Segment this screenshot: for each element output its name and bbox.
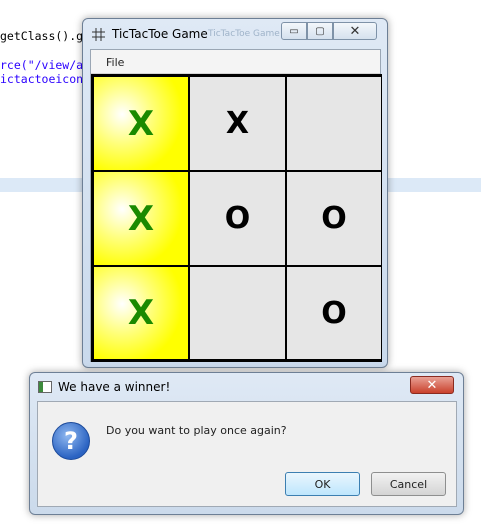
board-cell-0-1[interactable]: X — [189, 76, 286, 171]
tictactoe-app-icon — [92, 28, 105, 41]
dialog-title: We have a winner! — [58, 380, 171, 394]
title-bar[interactable]: TicTacToe Game TicTacToe Game ▭ ▢ ✕ — [83, 19, 387, 49]
game-board: X X X O O X O — [91, 74, 382, 362]
board-cell-1-2[interactable]: O — [286, 171, 382, 266]
dialog-message: Do you want to play once again? — [106, 424, 287, 437]
maximize-icon: ▢ — [315, 25, 325, 37]
dialog-window-icon — [38, 381, 52, 393]
window-client-area: File X X X O O X O — [90, 49, 382, 362]
board-cell-1-1[interactable]: O — [189, 171, 286, 266]
maximize-button[interactable]: ▢ — [307, 22, 333, 40]
window-title-ghost: TicTacToe Game — [208, 29, 280, 39]
minimize-icon: ▭ — [289, 25, 299, 37]
board-cell-2-1[interactable] — [189, 266, 286, 360]
winner-dialog: We have a winner! ✕ ? Do you want to pla… — [29, 372, 464, 515]
cancel-button[interactable]: Cancel — [371, 472, 446, 496]
dialog-close-button[interactable]: ✕ — [410, 376, 454, 394]
window-title: TicTacToe Game — [112, 27, 208, 41]
menu-bar: File — [91, 50, 380, 74]
board-cell-2-0[interactable]: X — [93, 266, 189, 360]
code-line: ictactoeicon — [0, 72, 84, 86]
minimize-button[interactable]: ▭ — [281, 22, 307, 40]
dialog-body: ? Do you want to play once again? OK Can… — [37, 401, 457, 507]
ok-button[interactable]: OK — [285, 472, 360, 496]
close-icon: ✕ — [426, 377, 438, 393]
close-button[interactable]: ✕ — [333, 22, 377, 40]
tictactoe-window: TicTacToe Game TicTacToe Game ▭ ▢ ✕ File… — [82, 18, 388, 368]
board-cell-2-2[interactable]: O — [286, 266, 382, 360]
board-cell-0-2[interactable] — [286, 76, 382, 171]
code-line: rce("/view/ap — [0, 58, 91, 72]
board-cell-0-0[interactable]: X — [93, 76, 189, 171]
code-line: getClass().ge — [0, 29, 91, 43]
menu-file[interactable]: File — [106, 56, 124, 69]
board-cell-1-0[interactable]: X — [93, 171, 189, 266]
question-icon: ? — [52, 422, 90, 460]
close-icon: ✕ — [349, 23, 361, 39]
